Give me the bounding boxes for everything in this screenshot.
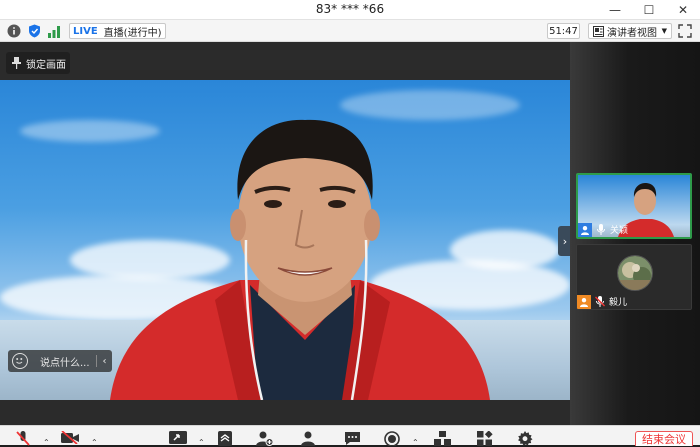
participants-icon[interactable] bbox=[299, 431, 317, 446]
lock-view-label: 锁定画面 bbox=[26, 59, 66, 71]
user-icon bbox=[577, 294, 591, 309]
participant-tile[interactable]: 毅儿 bbox=[576, 244, 692, 310]
meeting-toolbar: ⌃ ⌃ ⌃ ⌃ 结束会议 bbox=[0, 425, 700, 447]
title-bar: 83* *** *66 — ☐ ✕ bbox=[0, 0, 700, 20]
grid-view-icon bbox=[593, 25, 604, 37]
signal-strength-icon[interactable] bbox=[46, 23, 62, 39]
fullscreen-icon[interactable] bbox=[678, 23, 694, 39]
microphone-muted-icon bbox=[593, 295, 607, 309]
participant-tile[interactable]: 关颖 bbox=[576, 173, 692, 239]
live-label: LIVE bbox=[73, 25, 98, 37]
lock-view-button[interactable]: 锁定画面 bbox=[6, 52, 70, 74]
layout-icon[interactable] bbox=[433, 431, 451, 446]
gear-icon[interactable] bbox=[516, 431, 534, 446]
view-mode-label: 演讲者视图 bbox=[607, 27, 657, 39]
avatar bbox=[617, 255, 653, 291]
participant-label: 关颖 bbox=[578, 222, 628, 237]
user-icon bbox=[578, 222, 592, 237]
chat-input-bar[interactable]: 说点什么... ‹ bbox=[8, 350, 112, 372]
camera-off-icon[interactable] bbox=[61, 431, 79, 446]
microphone-icon bbox=[594, 223, 608, 237]
window-title: 83* *** *66 bbox=[315, 2, 385, 16]
meeting-timer: 51:47 bbox=[547, 23, 580, 39]
microphone-muted-icon[interactable] bbox=[14, 431, 32, 446]
maximize-button[interactable]: ☐ bbox=[632, 0, 666, 20]
chevron-up-icon[interactable]: ⌃ bbox=[91, 438, 98, 447]
live-status-text: 直播(进行中) bbox=[103, 27, 162, 39]
participant-name: 毅儿 bbox=[609, 298, 628, 308]
chat-icon[interactable] bbox=[343, 431, 361, 446]
minimize-button[interactable]: — bbox=[598, 0, 632, 20]
live-status-badge[interactable]: LIVE 直播(进行中) bbox=[69, 23, 167, 39]
layers-icon[interactable] bbox=[216, 431, 234, 446]
chevron-down-icon: ▼ bbox=[661, 27, 667, 35]
chevron-up-icon[interactable]: ⌃ bbox=[198, 438, 205, 447]
end-meeting-button[interactable]: 结束会议 bbox=[635, 431, 693, 446]
shield-icon[interactable] bbox=[26, 23, 42, 39]
main-video-area: 锁定画面 说点什么... ‹ bbox=[0, 42, 570, 425]
view-mode-dropdown[interactable]: 演讲者视图 ▼ bbox=[588, 23, 672, 39]
chevron-up-icon[interactable]: ⌃ bbox=[412, 438, 419, 447]
share-screen-icon[interactable] bbox=[169, 431, 187, 446]
info-icon[interactable] bbox=[6, 23, 22, 39]
participant-label: 毅儿 bbox=[577, 294, 627, 309]
add-user-icon[interactable] bbox=[255, 431, 273, 446]
close-button[interactable]: ✕ bbox=[666, 0, 700, 20]
window-controls: — ☐ ✕ bbox=[598, 0, 700, 20]
emoji-icon[interactable] bbox=[12, 353, 28, 369]
record-icon[interactable] bbox=[383, 431, 401, 446]
apps-icon[interactable] bbox=[476, 431, 494, 446]
chevron-left-icon[interactable]: ‹ bbox=[103, 356, 107, 367]
chevron-up-icon[interactable]: ⌃ bbox=[43, 438, 50, 447]
meeting-info-bar: LIVE 直播(进行中) 51:47 演讲者视图 ▼ bbox=[0, 20, 700, 42]
chat-placeholder: 说点什么... bbox=[40, 357, 90, 369]
participant-name: 关颖 bbox=[610, 226, 629, 236]
pin-icon bbox=[12, 57, 21, 69]
